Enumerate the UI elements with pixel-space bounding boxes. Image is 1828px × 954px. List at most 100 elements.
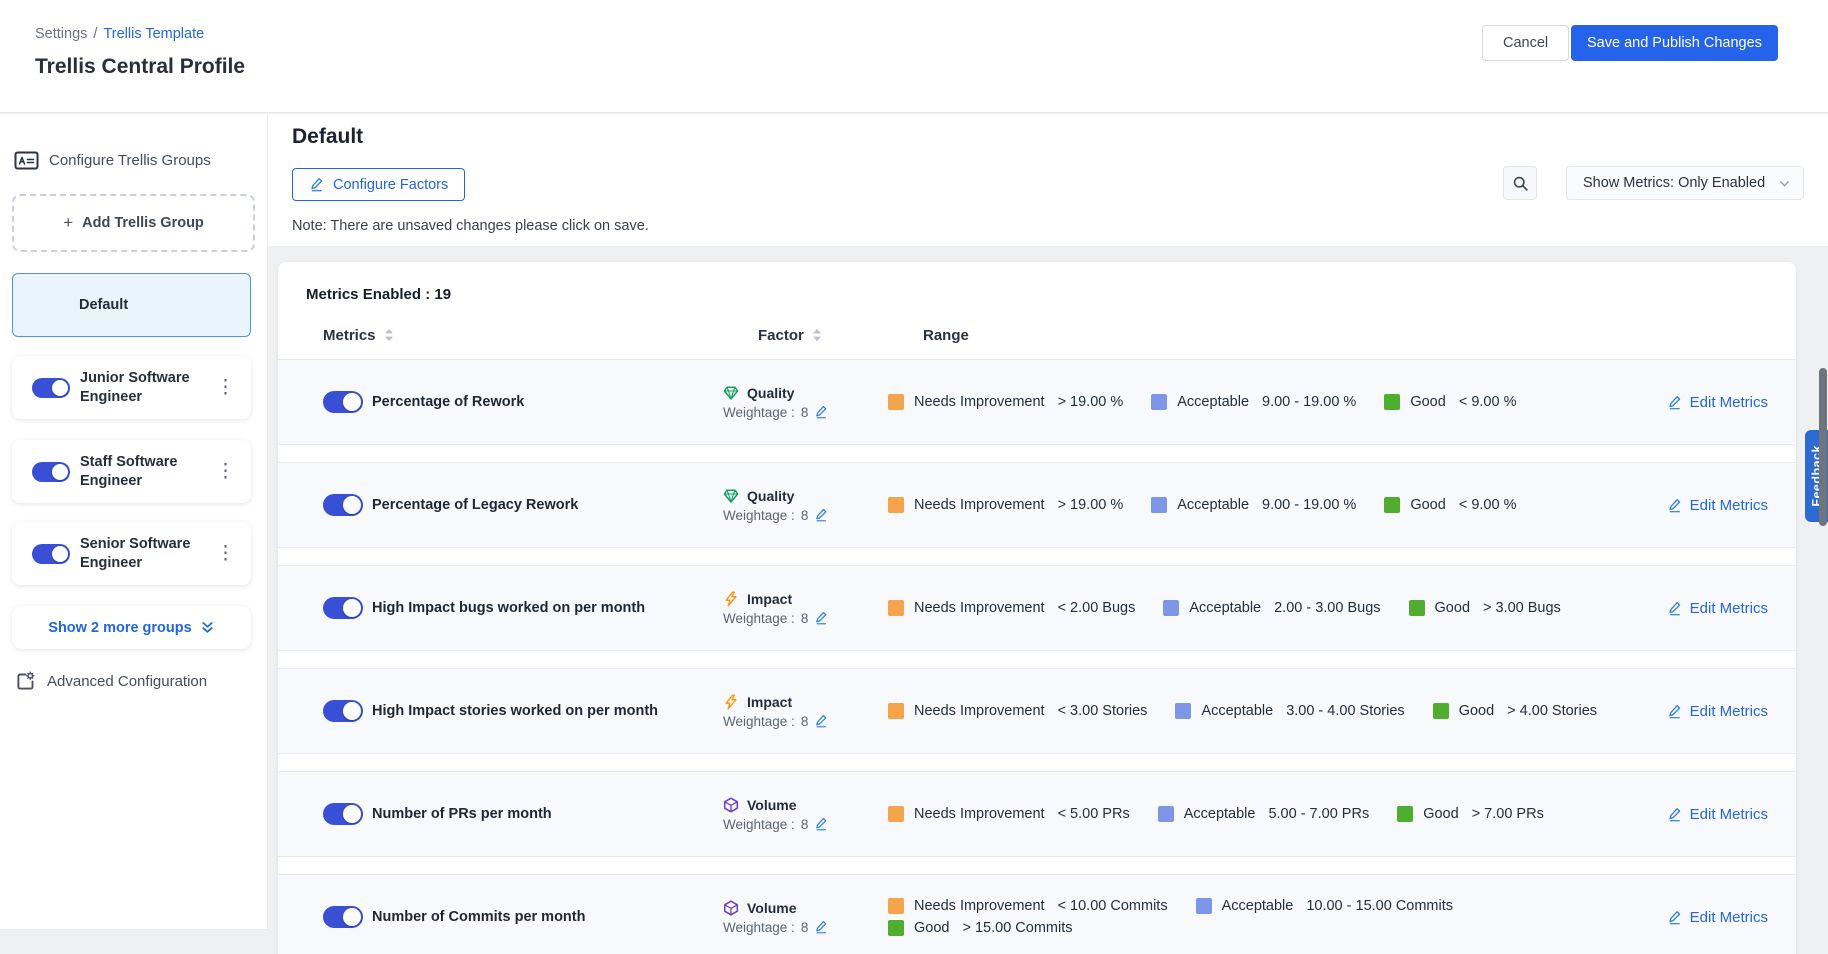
search-icon <box>1512 175 1529 192</box>
table-row-high-impact-stories: High Impact stories worked on per month … <box>278 668 1796 754</box>
sidebar-item-senior-software-engineer[interactable]: Senior Software Engineer ⋮ <box>12 522 251 585</box>
staff-group-label: Staff Software Engineer <box>80 453 202 491</box>
edit-weightage-pencil-icon[interactable] <box>814 508 828 522</box>
search-button[interactable] <box>1503 166 1537 200</box>
junior-group-toggle[interactable] <box>32 378 70 398</box>
table-row-percentage-of-legacy-rework: Percentage of Legacy Rework Quality Weig… <box>278 462 1796 548</box>
edit-metrics-link[interactable]: Edit Metrics <box>1636 600 1796 617</box>
pencil-icon <box>1667 498 1682 513</box>
range-cell: Needs Improvement< 10.00 Commits Accepta… <box>878 898 1498 936</box>
metric-name: Number of PRs per month <box>372 806 682 822</box>
good-swatch <box>888 920 904 936</box>
show-metrics-filter-dropdown[interactable]: Show Metrics: Only Enabled <box>1566 166 1804 200</box>
range-needs-improvement: Needs Improvement> 19.00 % <box>888 497 1123 513</box>
show-more-groups-label: Show 2 more groups <box>48 620 191 636</box>
breadcrumb-separator: / <box>93 26 97 42</box>
column-header-range: Range <box>913 327 969 344</box>
edit-metrics-link[interactable]: Edit Metrics <box>1636 703 1796 720</box>
edit-metrics-link[interactable]: Edit Metrics <box>1636 394 1796 411</box>
metric-toggle[interactable] <box>323 597 363 619</box>
staff-group-toggle[interactable] <box>32 462 70 482</box>
weightage-label: Weightage : <box>723 508 795 523</box>
advanced-configuration-link[interactable]: Advanced Configuration <box>15 671 207 692</box>
factor-name: Volume <box>747 797 797 813</box>
pencil-icon <box>309 177 324 192</box>
pencil-icon <box>1667 704 1682 719</box>
volume-cube-icon <box>723 900 739 916</box>
edit-metrics-link[interactable]: Edit Metrics <box>1636 806 1796 823</box>
table-header-row: Metrics Factor Range <box>278 311 1796 359</box>
senior-group-toggle[interactable] <box>32 544 70 564</box>
edit-weightage-pencil-icon[interactable] <box>814 405 828 419</box>
sidebar: Configure Trellis Groups + Add Trellis G… <box>0 114 268 930</box>
metric-toggle[interactable] <box>323 700 363 722</box>
add-trellis-group-label: Add Trellis Group <box>82 215 204 231</box>
column-header-factor[interactable]: Factor <box>748 327 913 344</box>
configure-trellis-groups-header: Configure Trellis Groups <box>14 150 211 171</box>
junior-group-label: Junior Software Engineer <box>80 369 202 407</box>
page-title: Trellis Central Profile <box>35 55 245 79</box>
edit-weightage-pencil-icon[interactable] <box>814 611 828 625</box>
breadcrumb-trellis-template[interactable]: Trellis Template <box>103 26 204 42</box>
range-cell: Needs Improvement< 5.00 PRs Acceptable5.… <box>878 806 1636 822</box>
sort-icon[interactable] <box>812 328 822 342</box>
weightage-value: 8 <box>801 405 809 420</box>
trellis-settings-page: Settings / Trellis Template Trellis Centra… <box>0 0 1828 954</box>
configure-factors-button[interactable]: Configure Factors <box>292 168 465 201</box>
edit-metrics-link[interactable]: Edit Metrics <box>1498 909 1796 926</box>
weightage-value: 8 <box>801 920 809 935</box>
needs-improvement-swatch <box>888 600 904 616</box>
box-gear-icon <box>15 671 36 692</box>
edit-weightage-pencil-icon[interactable] <box>814 714 828 728</box>
needs-improvement-swatch <box>888 703 904 719</box>
show-more-groups-button[interactable]: Show 2 more groups <box>12 606 251 649</box>
staff-kebab-menu-icon[interactable]: ⋮ <box>210 458 241 485</box>
range-needs-improvement: Needs Improvement< 10.00 Commits <box>888 898 1168 914</box>
edit-metrics-label: Edit Metrics <box>1690 909 1768 926</box>
junior-kebab-menu-icon[interactable]: ⋮ <box>210 374 241 401</box>
range-needs-improvement: Needs Improvement< 5.00 PRs <box>888 806 1130 822</box>
metric-toggle[interactable] <box>323 803 363 825</box>
quality-gem-icon <box>723 488 739 504</box>
save-and-publish-button[interactable]: Save and Publish Changes <box>1571 25 1778 61</box>
configure-trellis-groups-label: Configure Trellis Groups <box>49 152 211 169</box>
pencil-icon <box>1667 395 1682 410</box>
main-header: Default Configure Factors Note: There ar… <box>268 114 1828 246</box>
metric-toggle[interactable] <box>323 906 363 928</box>
table-row-high-impact-bugs: High Impact bugs worked on per month Imp… <box>278 565 1796 651</box>
sidebar-item-default[interactable]: Default <box>12 273 251 337</box>
edit-weightage-pencil-icon[interactable] <box>814 817 828 831</box>
table-row-number-of-commits: Number of Commits per month Volume Weigh… <box>278 874 1796 954</box>
table-row-number-of-prs: Number of PRs per month Volume Weightage… <box>278 771 1796 857</box>
needs-improvement-swatch <box>888 898 904 914</box>
edit-weightage-pencil-icon[interactable] <box>814 920 828 934</box>
metric-toggle[interactable] <box>323 494 363 516</box>
weightage-value: 8 <box>801 817 809 832</box>
metric-name: High Impact bugs worked on per month <box>372 600 682 616</box>
good-swatch <box>1384 394 1400 410</box>
edit-metrics-label: Edit Metrics <box>1690 703 1768 720</box>
sidebar-item-staff-software-engineer[interactable]: Staff Software Engineer ⋮ <box>12 440 251 503</box>
range-good: Good> 3.00 Bugs <box>1409 600 1561 616</box>
sidebar-item-junior-software-engineer[interactable]: Junior Software Engineer ⋮ <box>12 356 251 419</box>
range-acceptable: Acceptable10.00 - 15.00 Commits <box>1196 898 1453 914</box>
vertical-scrollbar-thumb[interactable] <box>1819 368 1827 526</box>
range-needs-improvement: Needs Improvement> 19.00 % <box>888 394 1123 410</box>
senior-kebab-menu-icon[interactable]: ⋮ <box>210 540 241 567</box>
range-needs-improvement: Needs Improvement< 2.00 Bugs <box>888 600 1135 616</box>
main-body: Metrics Enabled : 19 Metrics Factor Rang… <box>268 246 1828 954</box>
column-header-metrics[interactable]: Metrics <box>323 327 717 344</box>
cancel-button[interactable]: Cancel <box>1482 25 1569 61</box>
edit-metrics-label: Edit Metrics <box>1690 394 1768 411</box>
range-acceptable: Acceptable9.00 - 19.00 % <box>1151 497 1356 513</box>
breadcrumb-settings[interactable]: Settings <box>35 26 87 42</box>
needs-improvement-swatch <box>888 497 904 513</box>
metric-toggle[interactable] <box>323 391 363 413</box>
range-good: Good> 7.00 PRs <box>1397 806 1544 822</box>
add-trellis-group-button[interactable]: + Add Trellis Group <box>12 194 255 252</box>
factor-name: Quality <box>747 385 794 401</box>
sort-icon[interactable] <box>384 328 394 342</box>
edit-metrics-link[interactable]: Edit Metrics <box>1636 497 1796 514</box>
good-swatch <box>1409 600 1425 616</box>
pencil-icon <box>1667 910 1682 925</box>
